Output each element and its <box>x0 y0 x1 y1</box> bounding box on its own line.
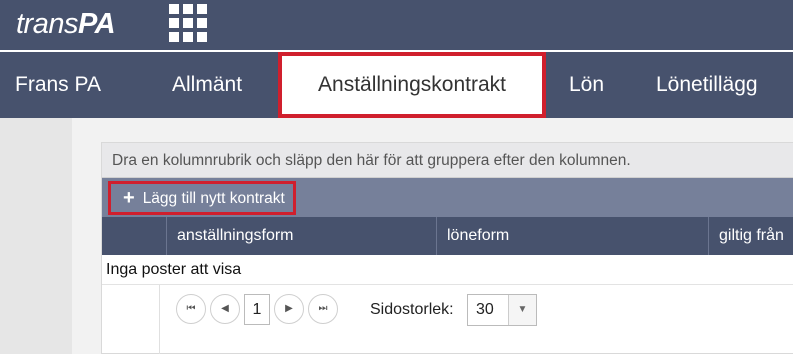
page-size-value: 30 <box>476 301 494 318</box>
add-contract-button[interactable]: + Lägg till nytt kontrakt <box>108 181 296 215</box>
top-bar: transPA <box>0 0 793 50</box>
current-page-number[interactable]: 1 <box>244 294 270 325</box>
nav-item-lonetillagg[interactable]: Lönetillägg <box>656 52 758 118</box>
app-logo[interactable]: transPA <box>16 8 116 41</box>
plus-icon: + <box>123 187 135 209</box>
last-page-icon[interactable]: ⏭ <box>308 294 338 324</box>
grid-toolbar: + Lägg till nytt kontrakt <box>102 178 793 217</box>
page-size-label: Sidostorlek: <box>370 301 454 318</box>
prev-page-icon[interactable]: ◀ <box>210 294 240 324</box>
nav-item-anstallningskontrakt[interactable]: Anställningskontrakt <box>278 52 546 118</box>
left-strip <box>0 118 72 354</box>
contracts-grid: Dra en kolumnrubrik och släpp den här fö… <box>101 142 793 354</box>
nav-item-allmant[interactable]: Allmänt <box>172 52 242 118</box>
pager: ⏮ ◀ 1 ▶ ⏭ Sidostorlek: 30 ▼ <box>102 285 793 354</box>
column-header-giltig-fran[interactable]: giltig från <box>708 217 793 255</box>
expand-column-header <box>102 217 166 255</box>
group-panel[interactable]: Dra en kolumnrubrik och släpp den här fö… <box>102 143 793 178</box>
page-size-select[interactable]: 30 ▼ <box>467 294 537 326</box>
add-contract-label: Lägg till nytt kontrakt <box>142 190 285 207</box>
nav-item-frans-pa[interactable]: Frans PA <box>15 52 101 118</box>
nav-item-lon[interactable]: Lön <box>569 52 604 118</box>
content-area: Dra en kolumnrubrik och släpp den här fö… <box>0 118 793 354</box>
grid-header: anställningsform löneform giltig från <box>102 217 793 255</box>
no-records-message: Inga poster att visa <box>102 255 793 285</box>
main-nav: Frans PA Allmänt Anställningskontrakt Lö… <box>0 50 793 118</box>
chevron-down-icon[interactable]: ▼ <box>508 295 536 325</box>
apps-grid-icon[interactable] <box>169 4 209 44</box>
column-header-loneform[interactable]: löneform <box>436 217 708 255</box>
next-page-icon[interactable]: ▶ <box>274 294 304 324</box>
pager-left-cell <box>102 285 160 354</box>
column-header-anstallningsform[interactable]: anställningsform <box>166 217 436 255</box>
first-page-icon[interactable]: ⏮ <box>176 294 206 324</box>
